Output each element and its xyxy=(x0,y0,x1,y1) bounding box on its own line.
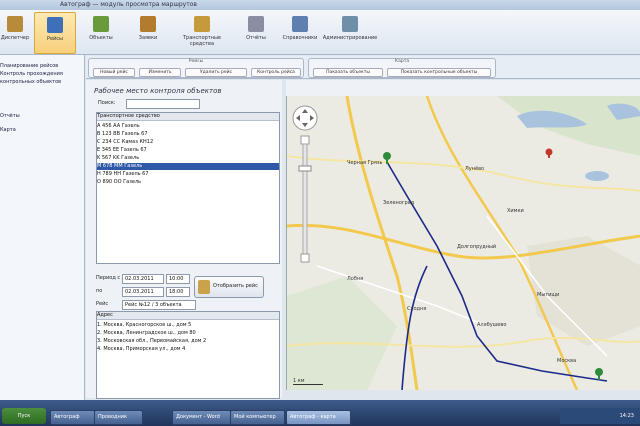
route-point-item[interactable]: 3. Московская обл., Первомайская, дом 2 xyxy=(97,338,279,345)
sidebar-item-map[interactable]: Карта xyxy=(0,127,16,133)
vehicle-list-item[interactable]: K 567 KK Газель xyxy=(97,155,279,162)
admin-icon xyxy=(342,16,358,32)
date-to-field[interactable]: 02.03.2011 xyxy=(122,287,164,297)
references-icon xyxy=(292,16,308,32)
dispatcher-icon xyxy=(7,16,23,32)
vehicle-list: Транспортное средство A 456 AA Газель B 1… xyxy=(96,112,280,264)
map-place-label: Долгопрудный xyxy=(457,244,497,250)
vehicle-list-item[interactable]: B 123 BB Газель 67 xyxy=(97,131,279,138)
route-point-item[interactable]: 4. Москва, Приморская ул., дом 4 xyxy=(97,346,279,353)
new-trip-button[interactable]: Новый рейс xyxy=(93,68,135,77)
trips-icon xyxy=(47,17,63,33)
ribbon-dispatcher[interactable]: Диспетчер xyxy=(0,12,30,52)
vehicle-list-item[interactable]: O 890 OO Газель xyxy=(97,179,279,186)
taskbar-button[interactable]: Проводник xyxy=(94,410,143,425)
route-point-item[interactable]: 2. Москва, Ленинградское ш., дом 80 xyxy=(97,330,279,337)
map-header xyxy=(286,80,640,96)
map-group: Карта Показать объекты Показать контроль… xyxy=(308,58,496,78)
taskbar-button[interactable]: Автограф - карта xyxy=(286,410,351,425)
ribbon-vehicles[interactable]: Транспортные средства xyxy=(174,12,230,52)
edit-trip-button[interactable]: Изменить xyxy=(139,68,181,77)
vehicle-list-header[interactable]: Транспортное средство xyxy=(97,113,279,121)
map-place-label: Сходня xyxy=(407,306,427,312)
ribbon-reports[interactable]: Отчёты xyxy=(236,12,276,52)
search-label: Поиск: xyxy=(98,100,116,106)
map-place-label: Алабушево xyxy=(477,322,507,328)
taskbar: Пуск Автограф Проводник Документ - Word Мой… xyxy=(0,400,640,426)
map-canvas xyxy=(287,96,640,390)
map-place-label: Москва xyxy=(557,358,577,364)
time-from-field[interactable]: 10:00 xyxy=(166,274,190,284)
map-place-label: Лобня xyxy=(347,276,364,282)
route-point-item[interactable]: 1. Москва, Красногорское ш., дом 5 xyxy=(97,322,279,329)
sidebar-item-control-objects[interactable]: контрольных объектов xyxy=(0,79,61,85)
route-select[interactable]: Рейс №12 / 3 объекта xyxy=(122,300,196,310)
map-place-label: Зеленоград xyxy=(383,200,415,206)
ribbon-admin[interactable]: Администрирование xyxy=(323,12,377,52)
trips-group: Рейсы Новый рейс Изменить Удалить рейс К… xyxy=(88,58,304,78)
window-title: Автограф — модуль просмотра маршрутов xyxy=(60,1,197,8)
vehicles-icon xyxy=(194,16,210,32)
period-from-label: Период с xyxy=(96,275,121,281)
start-button[interactable]: Пуск xyxy=(2,408,46,424)
taskbar-button[interactable]: Документ - Word xyxy=(172,410,231,425)
ribbon-objects[interactable]: Объекты xyxy=(80,12,122,52)
sidebar: Планирование рейсов Контроль прохождения… xyxy=(0,55,85,400)
command-toolbar: Рейсы Новый рейс Изменить Удалить рейс К… xyxy=(86,56,640,79)
clock: 14:23 xyxy=(619,413,634,419)
pan-control[interactable] xyxy=(292,105,318,131)
search-input[interactable] xyxy=(126,99,200,109)
map-place-label: Химки xyxy=(507,208,524,214)
vehicle-list-item[interactable]: A 456 AA Газель xyxy=(97,123,279,130)
ribbon-references[interactable]: Справочники xyxy=(280,12,320,52)
date-from-field[interactable]: 02.03.2011 xyxy=(122,274,164,284)
map-place-label: Мытищи xyxy=(537,292,560,298)
control-panel: Рабочее место контроля объектов Поиск: Т… xyxy=(86,80,282,399)
show-objects-button[interactable]: Показать объекты xyxy=(313,68,383,77)
vehicle-list-item[interactable]: H 789 HH Газель 67 xyxy=(97,171,279,178)
panel-title: Рабочее место контроля объектов xyxy=(94,87,222,95)
control-trip-button[interactable]: Контроль рейса xyxy=(251,68,301,77)
time-to-field[interactable]: 18:00 xyxy=(166,287,190,297)
ribbon-requests[interactable]: Заявки xyxy=(128,12,168,52)
build-route-button[interactable]: Отобразить рейс xyxy=(194,276,264,298)
reports-icon xyxy=(248,16,264,32)
objects-icon xyxy=(93,16,109,32)
route-points-list: Адрес 1. Москва, Красногорское ш., дом 5… xyxy=(96,311,280,399)
vehicle-list-item[interactable]: C 234 CC Камаз КН12 xyxy=(97,139,279,146)
show-control-objects-button[interactable]: Показать контрольные объекты xyxy=(387,68,491,77)
taskbar-button[interactable]: Мой компьютер xyxy=(230,410,285,425)
ribbon: Диспетчер Рейсы Объекты Заявки Транспорт… xyxy=(0,10,640,55)
period-to-label: по xyxy=(96,288,103,294)
points-list-header[interactable]: Адрес xyxy=(97,312,279,320)
map-place-label: Черная Грязь xyxy=(347,160,383,166)
taskbar-button[interactable]: Автограф xyxy=(50,410,95,425)
vehicle-list-item[interactable]: E 345 EE Газель 67 xyxy=(97,147,279,154)
map-view[interactable]: Черная Грязь Лунёво Зеленоград Химки Долгопр… xyxy=(286,96,640,390)
route-icon xyxy=(198,280,210,294)
system-tray: 14:23 xyxy=(560,408,640,424)
vehicle-list-item[interactable]: M 678 MM Газель xyxy=(97,163,279,170)
requests-icon xyxy=(140,16,156,32)
sidebar-item-planning[interactable]: Планирование рейсов xyxy=(0,63,58,69)
route-label: Рейс xyxy=(96,301,109,307)
map-scale: 1 км xyxy=(293,378,323,385)
sidebar-item-control[interactable]: Контроль прохождения xyxy=(0,71,63,77)
sidebar-item-reports[interactable]: Отчёты xyxy=(0,113,20,119)
map-place-label: Лунёво xyxy=(465,166,485,172)
ribbon-trips[interactable]: Рейсы xyxy=(34,12,76,54)
delete-trip-button[interactable]: Удалить рейс xyxy=(185,68,247,77)
